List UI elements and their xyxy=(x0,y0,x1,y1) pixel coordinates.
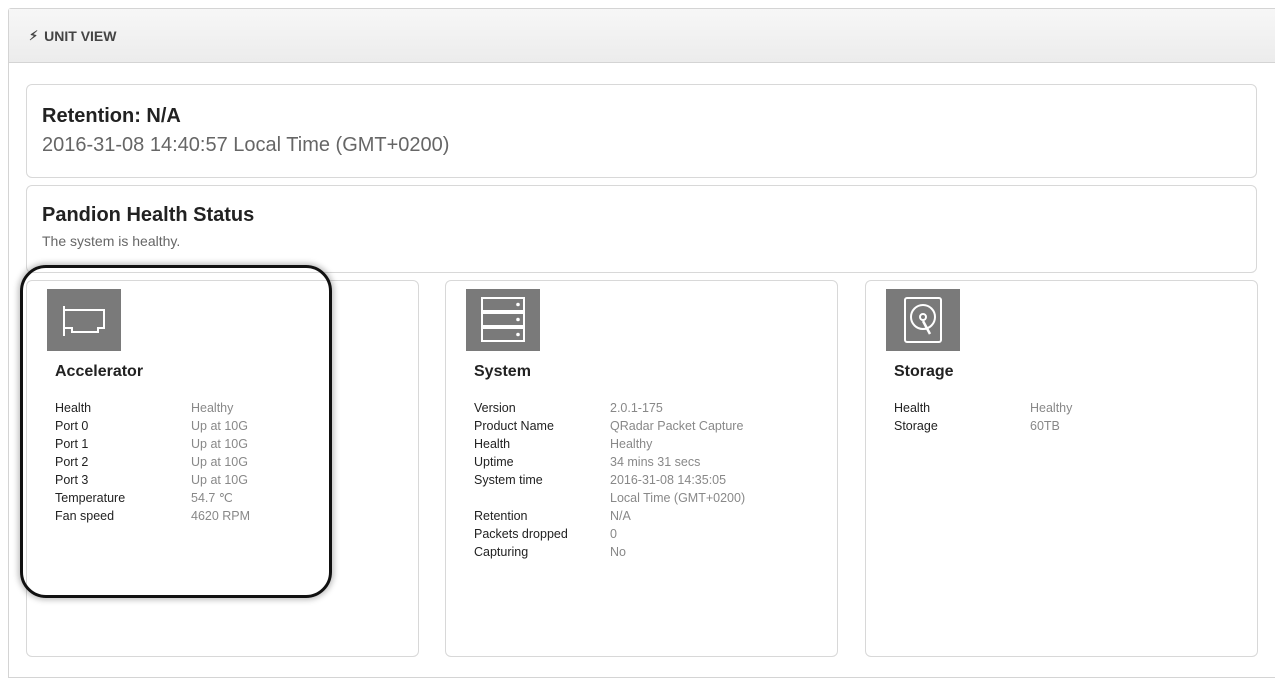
detail-key: Packets dropped xyxy=(474,527,568,541)
detail-row: Product Name QRadar Packet Capture xyxy=(474,417,817,435)
detail-value: 2.0.1-175 xyxy=(610,401,663,415)
detail-value: Healthy xyxy=(191,401,234,415)
detail-value: Up at 10G xyxy=(191,437,248,451)
detail-key: System time xyxy=(474,473,543,487)
detail-key: Storage xyxy=(894,419,938,433)
health-status-message: The system is healthy. xyxy=(42,233,181,249)
detail-row: Health Healthy xyxy=(894,399,1237,417)
detail-row: Local Time (GMT+0200) xyxy=(474,489,817,507)
panel-header: ⚡︎ UNIT VIEW xyxy=(9,9,1275,63)
detail-key: Port 3 xyxy=(55,473,89,487)
detail-value: No xyxy=(610,545,626,559)
detail-value: 2016-31-08 14:35:05 xyxy=(610,473,727,487)
detail-key: Version xyxy=(474,401,516,415)
detail-row: Capturing No xyxy=(474,543,817,561)
health-status-title: Pandion Health Status xyxy=(42,204,255,226)
detail-key: Health xyxy=(55,401,92,415)
detail-key: Uptime xyxy=(474,455,514,469)
detail-row: Temperature 54.7 ℃ xyxy=(55,489,398,507)
detail-row: Retention N/A xyxy=(474,507,817,525)
health-status-box: Pandion Health Status The system is heal… xyxy=(26,185,1257,273)
detail-value: Healthy xyxy=(1030,401,1073,415)
detail-key: Capturing xyxy=(474,545,529,559)
retention-box: Retention: N/A 2016-31-08 14:40:57 Local… xyxy=(26,84,1257,178)
detail-value: Up at 10G xyxy=(191,419,248,433)
detail-value: 54.7 ℃ xyxy=(191,491,233,505)
detail-value: N/A xyxy=(610,509,631,523)
accelerator-title: Accelerator xyxy=(55,363,144,380)
detail-key: Retention xyxy=(474,509,528,523)
detail-value: 34 mins 31 secs xyxy=(610,455,701,469)
detail-value: 0 xyxy=(610,527,617,541)
detail-key: Product Name xyxy=(474,419,554,433)
detail-key: Port 1 xyxy=(55,437,89,451)
hard-drive-icon xyxy=(886,289,960,351)
system-title: System xyxy=(474,363,531,380)
detail-row: Port 0 Up at 10G xyxy=(55,417,398,435)
detail-row: Fan speed 4620 RPM xyxy=(55,507,398,525)
detail-key: Port 2 xyxy=(55,455,89,469)
storage-card: Storage Health Healthy Storage 60TB xyxy=(865,280,1258,657)
detail-row: System time 2016-31-08 14:35:05 xyxy=(474,471,817,489)
detail-value: Up at 10G xyxy=(191,455,248,469)
server-icon xyxy=(466,289,540,351)
detail-value: Up at 10G xyxy=(191,473,248,487)
detail-row: Packets dropped 0 xyxy=(474,525,817,543)
detail-value: 4620 RPM xyxy=(191,509,251,523)
panel-title: UNIT VIEW xyxy=(44,27,117,44)
detail-value: 60TB xyxy=(1030,419,1060,433)
bolt-icon: ⚡︎ xyxy=(29,27,39,43)
detail-row: Uptime 34 mins 31 secs xyxy=(474,453,817,471)
detail-key: Health xyxy=(474,437,511,451)
system-card: System Version 2.0.1-175 Product Name QRad… xyxy=(445,280,838,657)
storage-details: Health Healthy Storage 60TB xyxy=(894,399,1237,435)
system-details: Version 2.0.1-175 Product Name QRadar Pack… xyxy=(474,399,817,561)
accelerator-card: Accelerator Health Healthy Port 0 Up at 10… xyxy=(26,280,419,657)
detail-row: Port 2 Up at 10G xyxy=(55,453,398,471)
storage-title: Storage xyxy=(894,363,954,380)
accelerator-card-icon xyxy=(47,289,121,351)
detail-key xyxy=(474,489,610,507)
detail-row: Health Healthy xyxy=(474,435,817,453)
detail-row: Port 3 Up at 10G xyxy=(55,471,398,489)
detail-key: Health xyxy=(894,401,931,415)
detail-value: Local Time (GMT+0200) xyxy=(610,491,746,505)
detail-key: Fan speed xyxy=(55,509,115,523)
detail-value: QRadar Packet Capture xyxy=(610,419,744,433)
local-time: 2016-31-08 14:40:57 Local Time (GMT+0200… xyxy=(42,134,450,156)
detail-row: Health Healthy xyxy=(55,399,398,417)
detail-row: Port 1 Up at 10G xyxy=(55,435,398,453)
detail-key: Port 0 xyxy=(55,419,89,433)
detail-value: Healthy xyxy=(610,437,653,451)
detail-key: Temperature xyxy=(55,491,126,505)
detail-row: Version 2.0.1-175 xyxy=(474,399,817,417)
detail-row: Storage 60TB xyxy=(894,417,1237,435)
retention-title: Retention: N/A xyxy=(42,105,181,127)
accelerator-details: Health Healthy Port 0 Up at 10G Port 1 Up a… xyxy=(55,399,398,525)
